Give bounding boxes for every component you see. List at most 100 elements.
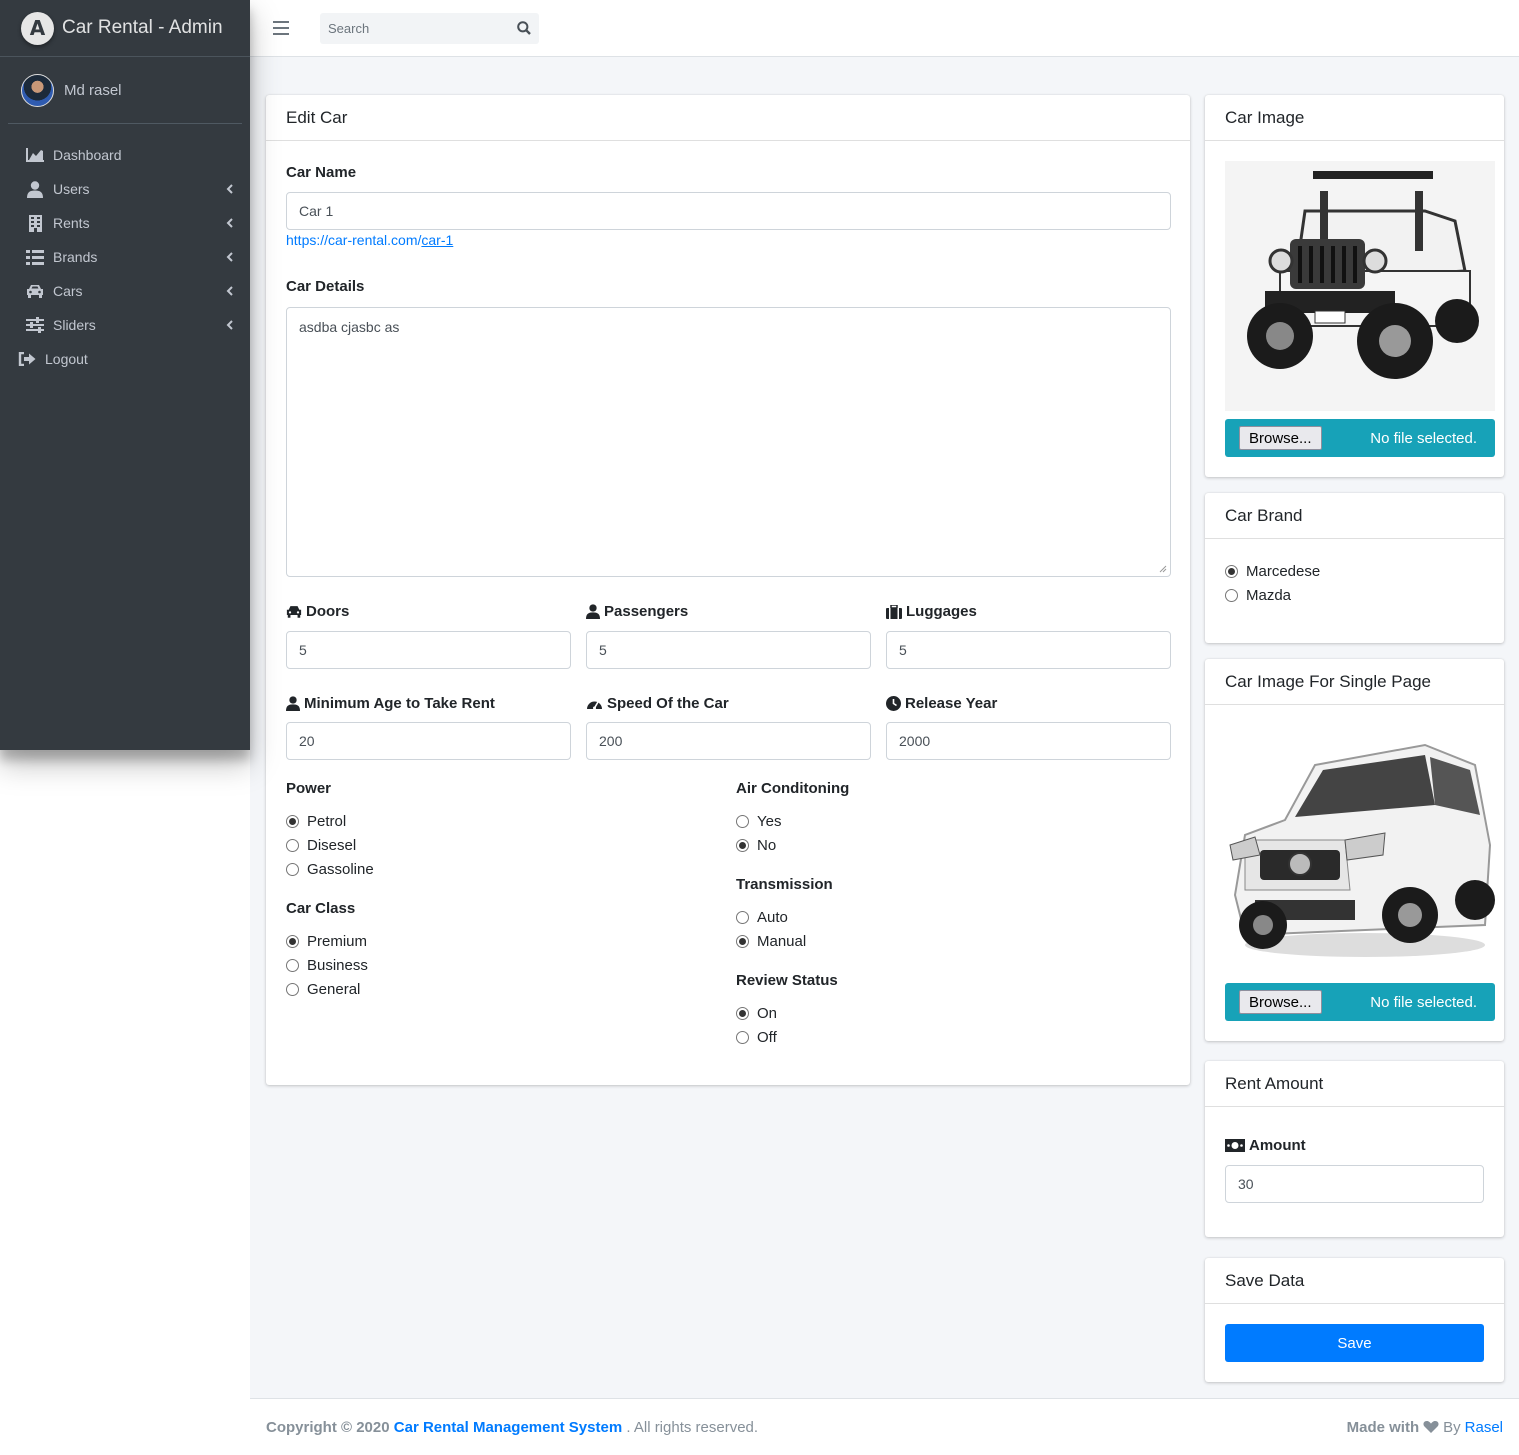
doors-input[interactable]: 5 [286, 631, 571, 669]
save-button[interactable]: Save [1225, 1324, 1484, 1362]
sidebar-item-label: Logout [45, 351, 88, 367]
radio-button[interactable] [1225, 588, 1238, 602]
radio-button[interactable] [1225, 564, 1238, 578]
car-brand-card: Car Brand Marcedese Mazda [1205, 493, 1504, 643]
list-icon [25, 249, 45, 265]
radio-button[interactable] [736, 910, 749, 924]
user-icon [286, 696, 300, 711]
car-icon [25, 284, 45, 298]
brand-title: Car Rental - Admin [62, 17, 223, 38]
footer-credit: Made with By Rasel [1346, 1418, 1503, 1436]
speed-input[interactable]: 200 [586, 722, 871, 760]
radio-option[interactable]: General [286, 977, 368, 1001]
radio-option[interactable]: Gassoline [286, 857, 374, 881]
avatar [21, 73, 54, 107]
search-input[interactable]: Search [320, 12, 539, 44]
user-panel[interactable]: Md rasel [8, 57, 242, 124]
radio-button[interactable] [286, 838, 299, 852]
tachometer-icon [587, 701, 602, 709]
menu-toggle-icon[interactable] [273, 21, 289, 35]
sidebar-item-label: Dashboard [53, 147, 122, 163]
radio-button[interactable] [286, 814, 299, 828]
radio-option[interactable]: On [736, 1001, 838, 1025]
browse-button[interactable]: Browse... [1239, 990, 1322, 1014]
sidebar-item-brands[interactable]: Brands [0, 240, 250, 274]
radio-option[interactable]: Business [286, 953, 368, 977]
user-icon [586, 604, 600, 619]
power-group: Power Petrol Disesel Gassoline [286, 780, 374, 881]
radio-option[interactable]: Off [736, 1025, 838, 1049]
card-title: Car Brand [1205, 493, 1504, 539]
car-image-file-input[interactable]: Browse... No file selected. [1225, 419, 1495, 457]
card-title: Rent Amount [1205, 1061, 1504, 1107]
sidebar: A Car Rental - Admin Md rasel Dashboard … [0, 0, 250, 750]
sidebar-item-sliders[interactable]: Sliders [0, 308, 250, 342]
radio-option[interactable]: Manual [736, 929, 833, 953]
radio-option[interactable]: Mazda [1225, 583, 1320, 607]
chevron-left-icon [226, 320, 233, 330]
radio-button[interactable] [736, 934, 749, 948]
browse-button[interactable]: Browse... [1239, 426, 1322, 450]
passengers-label: Passengers [586, 603, 688, 620]
car-slug-link[interactable]: https://car-rental.com/car-1 [286, 232, 453, 248]
chevron-left-icon [226, 184, 233, 194]
radio-option[interactable]: Marcedese [1225, 559, 1320, 583]
passengers-input[interactable]: 5 [586, 631, 871, 669]
footer-system-link[interactable]: Car Rental Management System [394, 1419, 622, 1436]
radio-option[interactable]: Premium [286, 929, 368, 953]
car-details-textarea[interactable]: asdba cjasbc as [286, 307, 1171, 577]
footer-author-link[interactable]: Rasel [1465, 1419, 1503, 1436]
radio-option[interactable]: Auto [736, 905, 833, 929]
resize-handle-icon[interactable] [1159, 565, 1167, 573]
air-conditioning-label: Air Conditoning [736, 780, 850, 797]
radio-button[interactable] [286, 862, 299, 876]
card-title: Car Image For Single Page [1205, 659, 1504, 705]
footer: Copyright © 2020 Car Rental Management S… [250, 1398, 1519, 1455]
single-page-image-card: Car Image For Single Page Browse... No f… [1205, 659, 1504, 1041]
sidebar-item-rents[interactable]: Rents [0, 206, 250, 240]
sidebar-item-label: Rents [53, 215, 90, 231]
transmission-label: Transmission [736, 876, 833, 893]
radio-button[interactable] [286, 958, 299, 972]
amount-input[interactable]: 30 [1225, 1165, 1484, 1203]
radio-option[interactable]: Yes [736, 809, 849, 833]
brand-link[interactable]: A Car Rental - Admin [0, 0, 250, 57]
chevron-left-icon [226, 286, 233, 296]
review-status-label: Review Status [736, 972, 838, 989]
user-name[interactable]: Md rasel [64, 82, 122, 99]
suitcase-icon [886, 604, 902, 619]
heart-icon [1423, 1421, 1439, 1433]
radio-option[interactable]: Petrol [286, 809, 374, 833]
sidebar-item-dashboard[interactable]: Dashboard [0, 138, 250, 172]
car-icon [286, 606, 302, 618]
sidebar-item-label: Sliders [53, 317, 96, 333]
radio-button[interactable] [286, 934, 299, 948]
radio-button[interactable] [736, 838, 749, 852]
transmission-group: Transmission Auto Manual [736, 876, 833, 953]
sign-out-icon [17, 352, 37, 366]
money-bill-icon [1225, 1139, 1245, 1152]
sidebar-item-cars[interactable]: Cars [0, 274, 250, 308]
radio-button[interactable] [736, 1030, 749, 1044]
radio-button[interactable] [736, 814, 749, 828]
luggages-input[interactable]: 5 [886, 631, 1171, 669]
radio-option[interactable]: Disesel [286, 833, 374, 857]
radio-button[interactable] [286, 982, 299, 996]
amount-label: Amount [1225, 1137, 1306, 1154]
top-navbar: Search [250, 0, 1519, 57]
min-age-input[interactable]: 20 [286, 722, 571, 760]
radio-option[interactable]: No [736, 833, 849, 857]
suv-image [1229, 743, 1495, 957]
single-image-preview [1225, 725, 1495, 975]
radio-button[interactable] [736, 1006, 749, 1020]
release-year-input[interactable]: 2000 [886, 722, 1171, 760]
single-image-file-input[interactable]: Browse... No file selected. [1225, 983, 1495, 1021]
car-name-label: Car Name [286, 164, 357, 181]
search-icon[interactable] [517, 21, 531, 35]
car-name-input[interactable]: Car 1 [286, 192, 1171, 230]
brand-logo: A [21, 11, 54, 45]
sidebar-item-users[interactable]: Users [0, 172, 250, 206]
sidebar-item-logout[interactable]: Logout [0, 342, 250, 376]
footer-copyright: Copyright © 2020 Car Rental Management S… [266, 1418, 759, 1436]
file-status: No file selected. [1370, 429, 1477, 447]
